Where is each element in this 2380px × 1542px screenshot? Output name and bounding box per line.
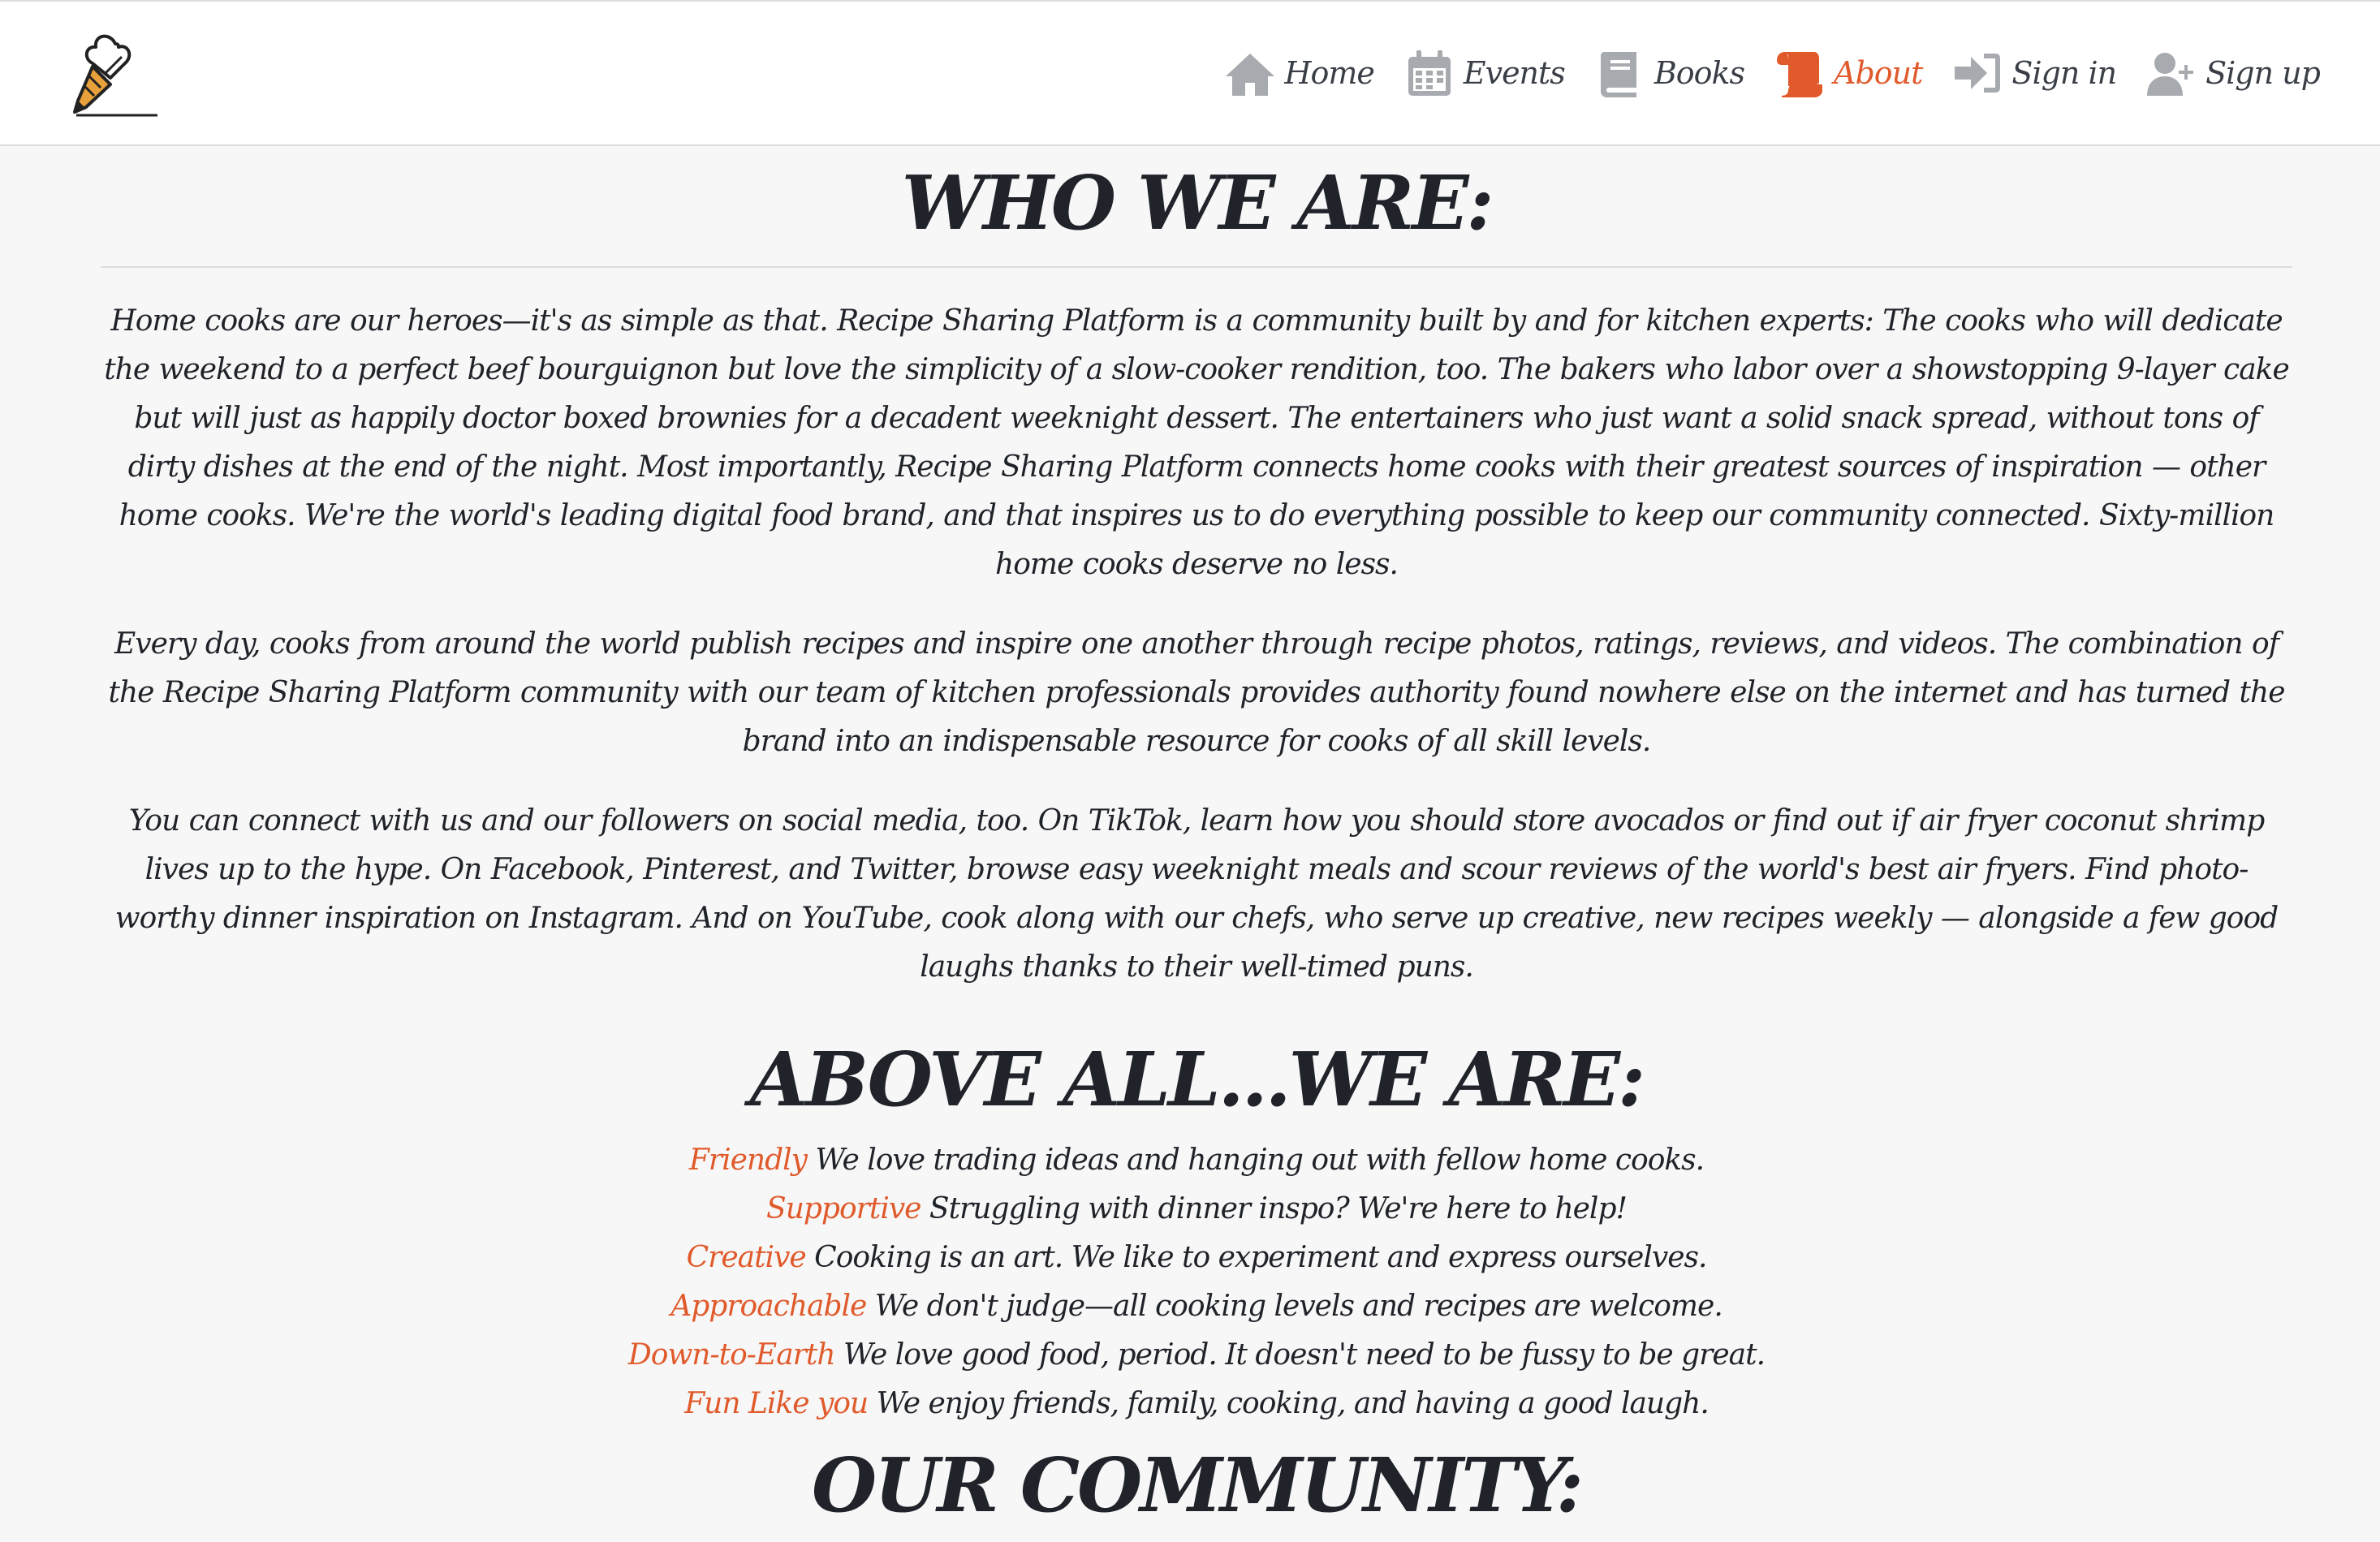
- value-item: Creative Cooking is an art. We like to e…: [101, 1234, 2292, 1282]
- sign-in-icon: [1951, 47, 2003, 99]
- home-icon: [1224, 47, 1276, 99]
- nav-books-label: Books: [1653, 55, 1745, 91]
- calendar-icon: [1403, 47, 1455, 99]
- who-we-are-title: WHO WE ARE:: [901, 159, 1494, 247]
- value-keyword: Supportive: [766, 1192, 921, 1225]
- value-description: We love good food, period. It doesn't ne…: [834, 1338, 1766, 1372]
- nav-sign-in[interactable]: Sign in: [1951, 47, 2117, 99]
- main-nav: Home Events Books About Sign in Sign up: [1195, 41, 2321, 106]
- nav-events[interactable]: Events: [1403, 47, 1566, 99]
- nav-sign-up-label: Sign up: [2205, 55, 2321, 91]
- nav-about-label: About: [1834, 55, 1923, 91]
- top-navbar: Home Events Books About Sign in Sign up: [0, 0, 2380, 146]
- value-keyword: Creative: [686, 1241, 807, 1274]
- value-item: Approachable We don't judge—all cooking …: [101, 1282, 2292, 1331]
- value-keyword: Approachable: [670, 1290, 867, 1323]
- value-description: We don't judge—all cooking levels and re…: [866, 1290, 1723, 1323]
- community-paragraph: Every day, cooks from around the world p…: [108, 627, 2285, 758]
- nav-home-label: Home: [1284, 55, 1375, 91]
- nav-home[interactable]: Home: [1224, 47, 1375, 99]
- user-plus-icon: [2145, 47, 2197, 99]
- nav-events-label: Events: [1463, 55, 1566, 91]
- value-keyword: Down-to-Earth: [627, 1338, 836, 1372]
- our-community-title: OUR COMMUNITY:: [812, 1441, 1584, 1529]
- intro-paragraph: Home cooks are our heroes—it's as simple…: [104, 304, 2290, 581]
- book-icon: [1594, 47, 1646, 99]
- social-media-paragraph: You can connect with us and our follower…: [114, 804, 2279, 984]
- nav-books[interactable]: Books: [1594, 47, 1745, 99]
- value-description: We enjoy friends, family, cooking, and h…: [868, 1387, 1710, 1420]
- value-keyword: Fun Like you: [684, 1387, 869, 1420]
- above-all-title: ABOVE ALL...WE ARE:: [749, 1036, 1645, 1123]
- value-description: We love trading ideas and hanging out wi…: [806, 1144, 1705, 1177]
- value-item: Down-to-Earth We love good food, period.…: [101, 1331, 2292, 1380]
- about-content: WHO WE ARE: Home cooks are our heroes—it…: [101, 146, 2292, 1542]
- chef-pencil-logo-icon[interactable]: [68, 26, 166, 123]
- value-item: Supportive Struggling with dinner inspo?…: [101, 1185, 2292, 1234]
- values-list: Friendly We love trading ideas and hangi…: [101, 1136, 2292, 1428]
- title-divider: [101, 266, 2292, 268]
- value-item: Friendly We love trading ideas and hangi…: [101, 1136, 2292, 1185]
- value-description: Cooking is an art. We like to experiment…: [805, 1241, 1707, 1274]
- nav-about[interactable]: About: [1774, 47, 1923, 99]
- value-item: Fun Like you We enjoy friends, family, c…: [101, 1380, 2292, 1428]
- scroll-icon: [1774, 47, 1826, 99]
- value-keyword: Friendly: [688, 1144, 808, 1177]
- nav-sign-up[interactable]: Sign up: [2145, 47, 2321, 99]
- nav-sign-in-label: Sign in: [2011, 55, 2117, 91]
- value-description: Struggling with dinner inspo? We're here…: [921, 1192, 1628, 1225]
